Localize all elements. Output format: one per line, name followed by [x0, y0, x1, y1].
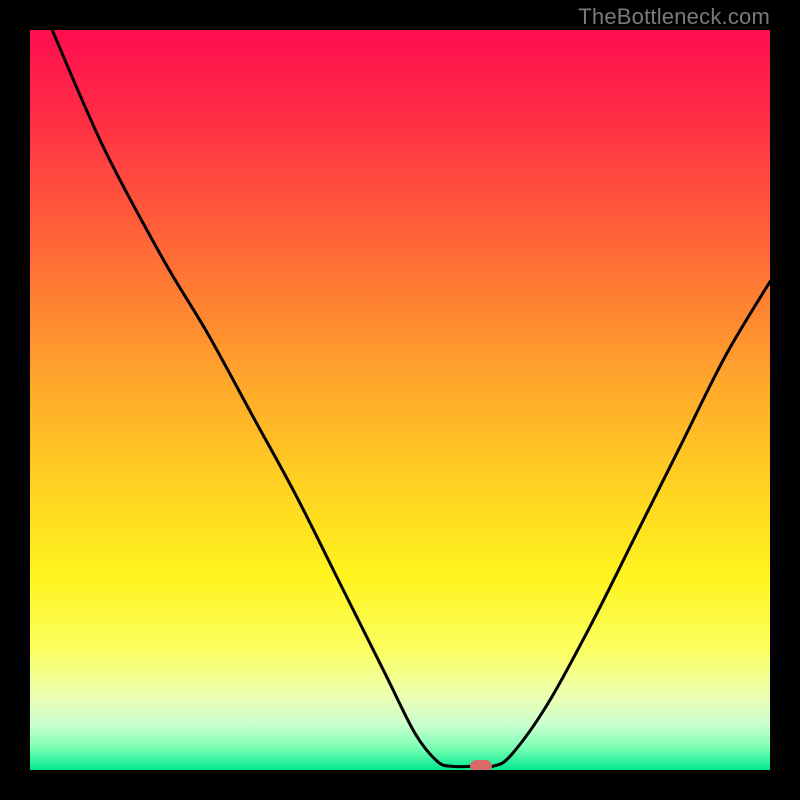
- optimal-marker: [470, 760, 492, 770]
- curve-svg: [30, 30, 770, 770]
- plot-area: [30, 30, 770, 770]
- bottleneck-curve-path: [52, 30, 770, 767]
- watermark-text: TheBottleneck.com: [578, 4, 770, 30]
- chart-frame: TheBottleneck.com: [0, 0, 800, 800]
